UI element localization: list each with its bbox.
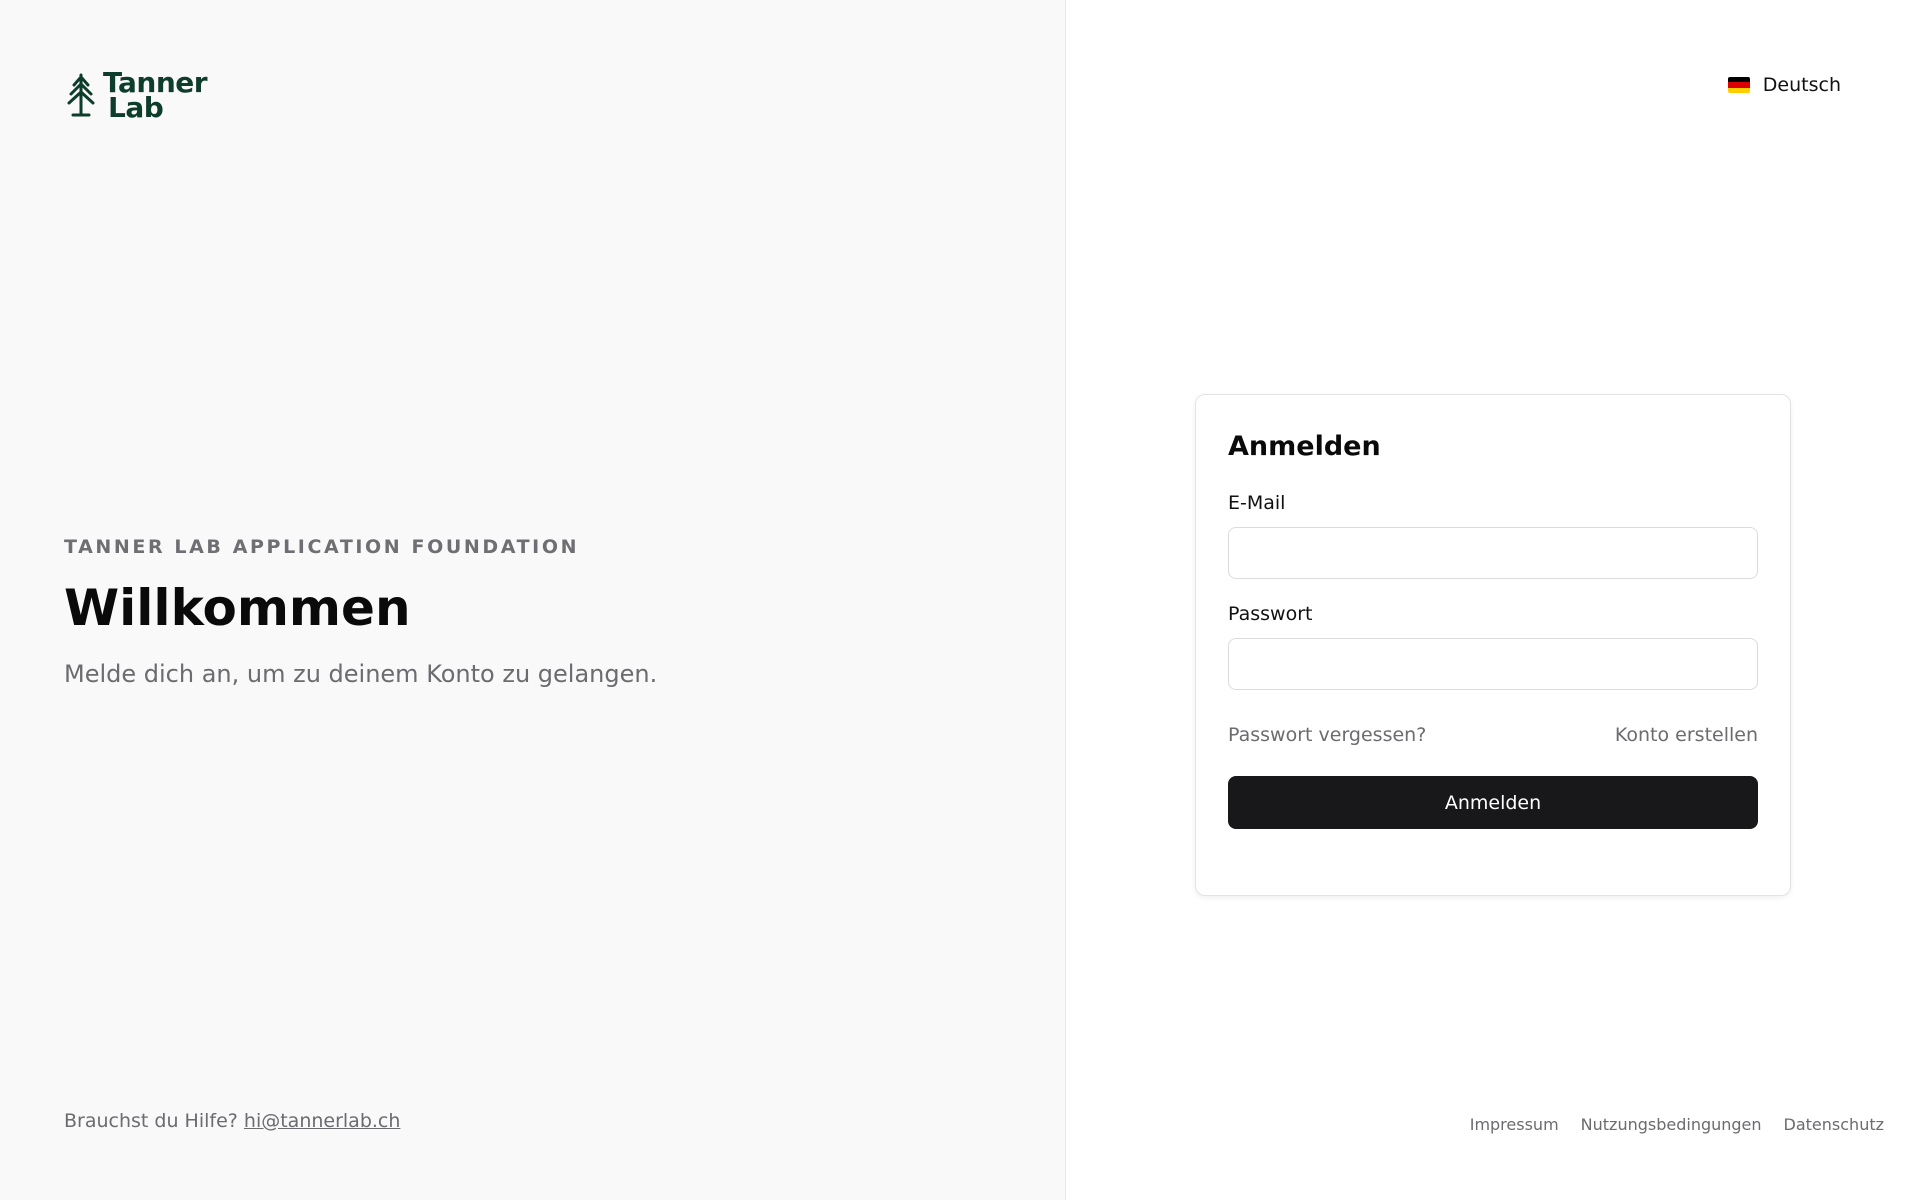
hero-eyebrow: TANNER LAB APPLICATION FOUNDATION (64, 536, 580, 558)
brand-wordmark: Tanner Lab (103, 69, 208, 122)
email-label: E-Mail (1228, 492, 1286, 514)
help-email-link[interactable]: hi@tannerlab.ch (244, 1110, 401, 1132)
login-button[interactable]: Anmelden (1228, 776, 1758, 829)
login-title: Anmelden (1228, 431, 1381, 462)
language-label: Deutsch (1762, 74, 1841, 96)
create-account-link[interactable]: Konto erstellen (1615, 724, 1758, 746)
help-label: Brauchst du Hilfe? (64, 1110, 238, 1132)
auth-links: Passwort vergessen? Konto erstellen (1228, 724, 1758, 746)
hero-title: Willkommen (64, 579, 411, 637)
brand-logo[interactable]: Tanner Lab (65, 69, 208, 122)
login-card: Anmelden E-Mail Passwort Passwort verges… (1195, 394, 1791, 896)
email-field[interactable] (1228, 527, 1758, 579)
hero-section: TANNER LAB APPLICATION FOUNDATION Willko… (64, 536, 657, 688)
password-label: Passwort (1228, 603, 1313, 625)
language-selector[interactable]: Deutsch (1727, 74, 1841, 96)
footer-links: Impressum Nutzungsbedingungen Datenschut… (1470, 1115, 1884, 1134)
help-text: Brauchst du Hilfe? hi@tannerlab.ch (64, 1110, 400, 1132)
footer-link-terms[interactable]: Nutzungsbedingungen (1581, 1115, 1762, 1134)
login-page: Tanner Lab TANNER LAB APPLICATION FOUNDA… (0, 0, 1920, 1200)
welcome-panel: Tanner Lab TANNER LAB APPLICATION FOUNDA… (0, 0, 1066, 1200)
hero-subtitle: Melde dich an, um zu deinem Konto zu gel… (64, 660, 658, 688)
login-panel: Deutsch Anmelden E-Mail Passwort Passwor… (1066, 0, 1920, 1200)
password-field[interactable] (1228, 638, 1758, 690)
german-flag-icon (1727, 77, 1750, 93)
footer-link-privacy[interactable]: Datenschutz (1784, 1115, 1884, 1134)
forgot-password-link[interactable]: Passwort vergessen? (1228, 724, 1426, 746)
tree-icon (67, 73, 95, 117)
footer-link-impressum[interactable]: Impressum (1470, 1115, 1559, 1134)
